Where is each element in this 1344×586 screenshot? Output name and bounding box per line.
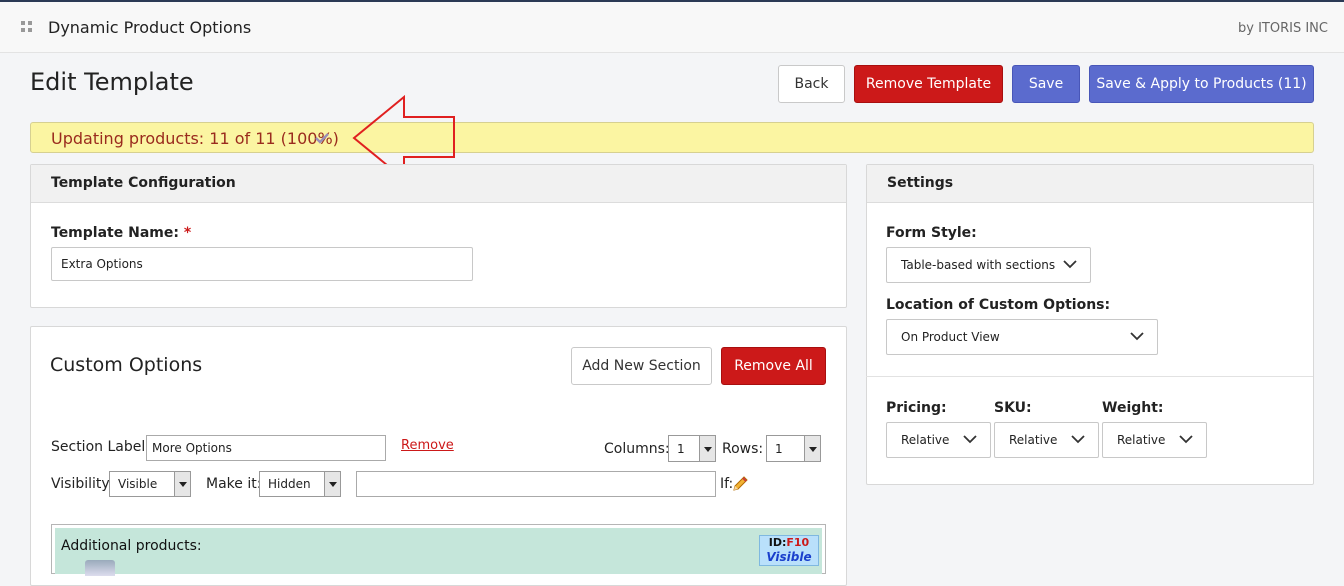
remove-all-button[interactable]: Remove All: [721, 347, 826, 385]
make-it-select[interactable]: Hidden: [259, 471, 341, 497]
settings-title: Settings: [887, 175, 954, 191]
dropdown-arrow-icon: [174, 472, 190, 496]
form-style-label: Form Style:: [886, 225, 977, 241]
template-config-panel: Template Configuration Template Name: * …: [30, 164, 847, 308]
save-button[interactable]: Save: [1012, 65, 1080, 103]
sku-select[interactable]: Relative: [994, 422, 1099, 458]
back-button[interactable]: Back: [778, 65, 845, 103]
chevron-down-icon: [1063, 260, 1077, 269]
settings-panel: Settings Form Style: Table-based with se…: [866, 164, 1314, 485]
template-name-label: Template Name: *: [51, 225, 192, 241]
dropdown-arrow-icon: [324, 472, 340, 496]
make-it-label: Make it:: [206, 476, 262, 492]
option-id-badge: ID:F10 Visible: [759, 535, 819, 566]
template-config-header: Template Configuration: [31, 165, 846, 203]
sku-label: SKU:: [994, 400, 1032, 416]
columns-label: Columns:: [604, 441, 670, 457]
columns-select[interactable]: 1: [668, 435, 716, 462]
section-label-input[interactable]: More Options: [146, 435, 386, 461]
top-bar: Dynamic Product Options by ITORIS INC: [0, 0, 1344, 53]
location-label: Location of Custom Options:: [886, 297, 1111, 313]
location-value: On Product View: [901, 330, 1000, 344]
section-label-label: Section Label:: [51, 439, 150, 455]
vendor-label: by ITORIS INC: [1238, 21, 1328, 36]
options-grid: Additional products: ID:F10 Visible: [51, 524, 826, 576]
page-title: Edit Template: [30, 68, 194, 96]
visibility-select[interactable]: Visible: [109, 471, 191, 497]
app-title: Dynamic Product Options: [48, 18, 252, 37]
template-name-input[interactable]: Extra Options: [51, 247, 473, 281]
weight-label: Weight:: [1102, 400, 1164, 416]
grid-cell[interactable]: Additional products: ID:F10 Visible: [55, 528, 822, 576]
remove-template-button[interactable]: Remove Template: [854, 65, 1003, 103]
template-config-title: Template Configuration: [51, 175, 236, 191]
sku-value: Relative: [1009, 433, 1058, 447]
chevron-down-icon: [1071, 435, 1085, 444]
grid-cell-label: Additional products:: [61, 538, 202, 554]
chevron-down-icon: [1130, 332, 1144, 341]
progress-notice: Updating products: 11 of 11 (100%): [30, 122, 1314, 153]
location-select[interactable]: On Product View: [886, 319, 1158, 355]
condition-input[interactable]: [356, 471, 716, 497]
pencil-icon[interactable]: [731, 475, 749, 493]
rows-select[interactable]: 1: [766, 435, 821, 462]
required-mark: *: [183, 225, 192, 241]
grid-icon[interactable]: [21, 21, 33, 33]
settings-header: Settings: [867, 165, 1313, 203]
settings-divider: [866, 376, 1313, 377]
pricing-label: Pricing:: [886, 400, 947, 416]
pricing-value: Relative: [901, 433, 950, 447]
dropdown-arrow-icon: [699, 436, 715, 461]
check-icon: [315, 133, 329, 144]
weight-select[interactable]: Relative: [1102, 422, 1207, 458]
save-apply-button[interactable]: Save & Apply to Products (11): [1089, 65, 1314, 103]
remove-section-link[interactable]: Remove: [401, 438, 454, 453]
visibility-label: Visibility:: [51, 476, 114, 492]
weight-value: Relative: [1117, 433, 1166, 447]
form-style-value: Table-based with sections: [901, 258, 1056, 272]
form-style-select[interactable]: Table-based with sections: [886, 247, 1091, 283]
pricing-select[interactable]: Relative: [886, 422, 991, 458]
product-thumbnail: [85, 560, 115, 576]
chevron-down-icon: [1179, 435, 1193, 444]
chevron-down-icon: [963, 435, 977, 444]
rows-label: Rows:: [722, 441, 764, 457]
progress-notice-text: Updating products: 11 of 11 (100%): [51, 129, 339, 148]
add-section-button[interactable]: Add New Section: [571, 347, 712, 385]
custom-options-title: Custom Options: [50, 354, 203, 376]
dropdown-arrow-icon: [804, 436, 820, 461]
